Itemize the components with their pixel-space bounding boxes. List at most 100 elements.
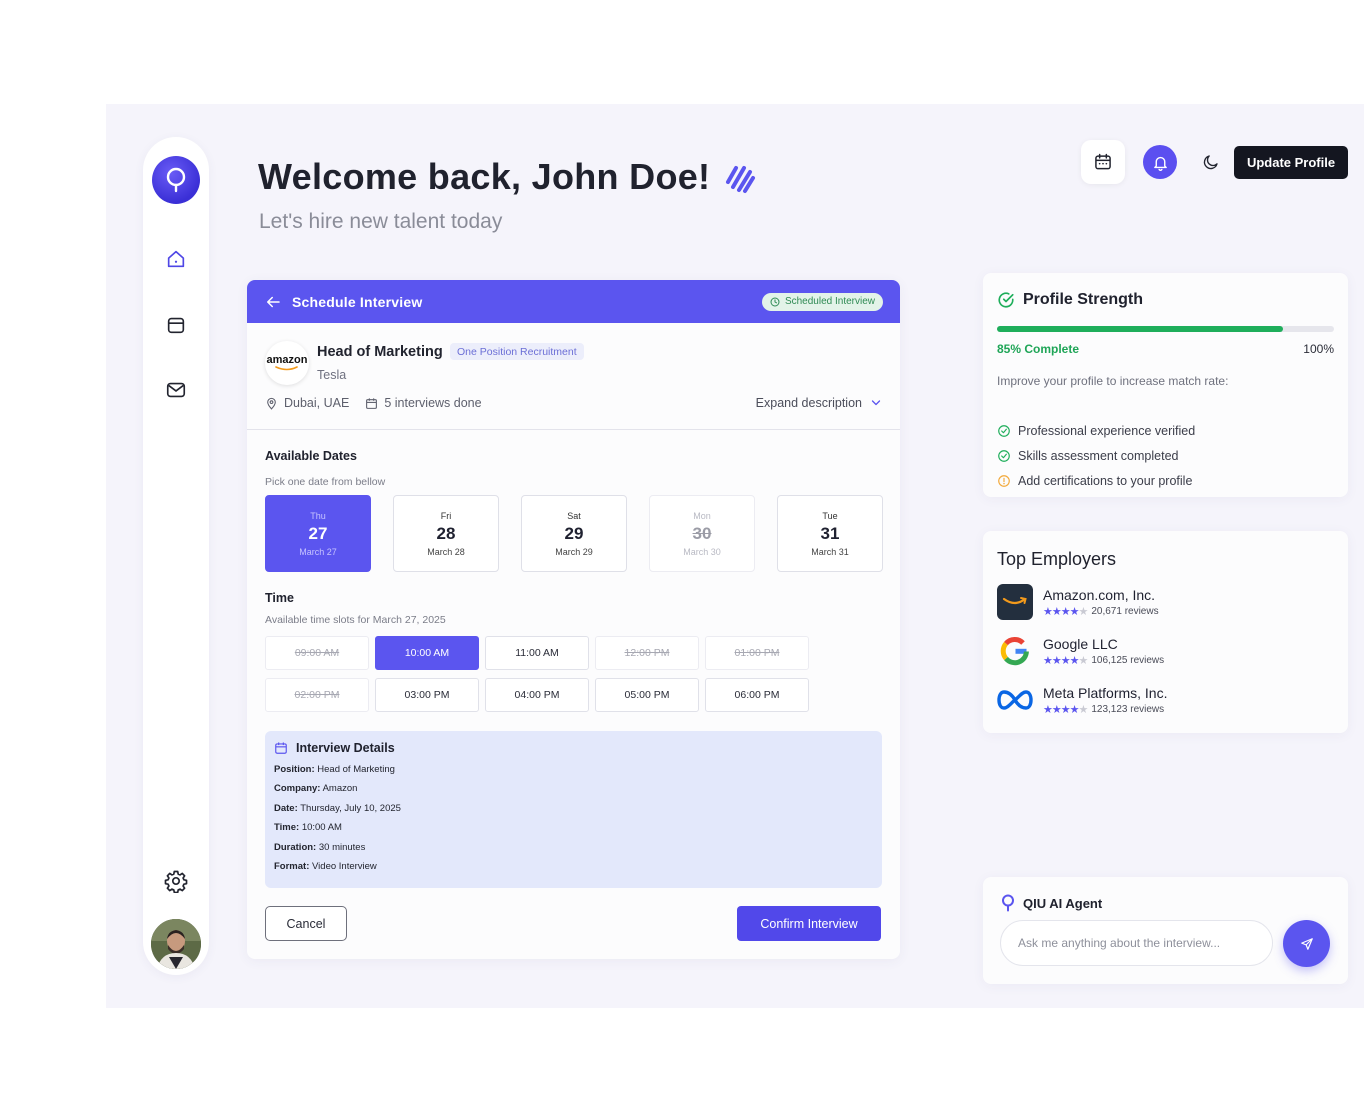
schedule-title: Schedule Interview: [292, 293, 423, 310]
time-slot[interactable]: 05:00 PM: [595, 678, 699, 712]
employer-item[interactable]: Google LLC ★★★★★ 106,125 reviews: [997, 633, 1164, 669]
page-subtitle: Let's hire new talent today: [259, 210, 503, 233]
date-option[interactable]: Fri 28 March 28: [393, 495, 499, 572]
clock-icon: [770, 296, 780, 307]
date-option[interactable]: Tue 31 March 31: [777, 495, 883, 572]
calendar-icon: [167, 317, 185, 334]
agent-input[interactable]: Ask me anything about the interview...: [1000, 920, 1273, 966]
progress-max: 100%: [1303, 342, 1334, 356]
calendar-icon: [1095, 153, 1111, 170]
employer-name: Amazon.com, Inc.: [1043, 586, 1156, 603]
detail-value: 30 minutes: [318, 841, 366, 853]
check-circle-icon: [998, 424, 1010, 437]
checklist-text: Add certifications to your profile: [1018, 473, 1193, 488]
time-title: Time: [265, 591, 294, 605]
employer-reviews: 123,123 reviews: [1091, 703, 1165, 715]
star-rating-icon: ★★★★★: [1043, 654, 1088, 667]
job-tag: One Position Recruitment: [450, 343, 584, 360]
time-slot[interactable]: 11:00 AM: [485, 636, 589, 670]
send-icon: [1300, 937, 1313, 950]
sidebar-item-calendar[interactable]: [164, 313, 188, 337]
confirm-interview-button[interactable]: Confirm Interview: [737, 906, 881, 941]
page-title: Welcome back, John Doe!: [258, 156, 756, 198]
sidebar-item-home[interactable]: [164, 247, 188, 271]
avatar[interactable]: [151, 919, 201, 969]
theme-toggle-button[interactable]: [1189, 140, 1233, 184]
top-employers-title: Top Employers: [997, 549, 1117, 569]
bell-icon: [1153, 156, 1167, 171]
date-label: March 27: [299, 546, 337, 557]
detail-value: Amazon: [322, 783, 358, 794]
expand-label: Expand description: [755, 396, 862, 410]
interview-details: Interview Details Position: Head of Mark…: [265, 731, 882, 888]
update-profile-button[interactable]: Update Profile: [1234, 146, 1348, 179]
date-dow: Fri: [440, 510, 452, 521]
detail-key: Duration:: [274, 841, 317, 853]
job-location: Dubai, UAE: [284, 396, 350, 410]
date-dow: Thu: [310, 510, 326, 521]
checklist-item: Skills assessment completed: [997, 443, 1195, 468]
job-interviews: 5 interviews done: [384, 396, 482, 410]
profile-checklist: Professional experience verified Skills …: [997, 418, 1195, 493]
status-badge: Scheduled Interview: [761, 292, 883, 311]
home-icon: [167, 250, 185, 268]
time-slot[interactable]: 10:00 AM: [375, 636, 479, 670]
ai-agent-header: QIU AI Agent: [1001, 894, 1102, 912]
date-option[interactable]: Thu 27 March 27: [265, 495, 371, 572]
employer-item[interactable]: Meta Platforms, Inc. ★★★★★ 123,123 revie…: [997, 682, 1167, 718]
avatar-image: [151, 919, 201, 969]
date-num: 29: [564, 523, 584, 543]
google-g-icon: [1000, 637, 1029, 666]
top-employers-card: Top Employers Amazon.com, Inc. ★★★★★ 20,…: [983, 531, 1348, 733]
detail-key: Format:: [274, 861, 310, 872]
date-label: March 31: [811, 546, 849, 557]
chevron-down-icon: [871, 400, 881, 406]
calendar-icon: [275, 742, 287, 754]
date-num: 31: [820, 523, 840, 543]
date-option[interactable]: Sat 29 March 29: [521, 495, 627, 572]
time-slot: 01:00 PM: [705, 636, 809, 670]
calendar-button[interactable]: [1081, 140, 1125, 184]
meta-logo-icon: [997, 682, 1033, 718]
employer-info: Amazon.com, Inc. ★★★★★ 20,671 reviews: [1043, 587, 1159, 618]
employer-name: Google LLC: [1043, 635, 1118, 652]
job-company: Tesla: [317, 368, 347, 382]
dates-subtitle: Pick one date from bellow: [265, 476, 386, 488]
notifications-button[interactable]: [1143, 145, 1177, 179]
time-slot: 09:00 AM: [265, 636, 369, 670]
date-dow: Mon: [693, 510, 711, 521]
time-slot[interactable]: 04:00 PM: [485, 678, 589, 712]
amazon-smile-icon: [275, 366, 298, 371]
company-logo-text: amazon: [266, 354, 308, 366]
schedule-header: Schedule Interview Scheduled Interview: [247, 280, 900, 323]
cancel-button[interactable]: Cancel: [265, 906, 347, 941]
status-badge-label: Scheduled Interview: [784, 296, 875, 307]
date-label: March 28: [427, 546, 465, 557]
checklist-item[interactable]: Add certifications to your profile: [997, 468, 1195, 493]
sidebar-item-mail[interactable]: [164, 378, 188, 402]
logo-pin-icon: [166, 167, 186, 193]
time-slot: 12:00 PM: [595, 636, 699, 670]
time-slot[interactable]: 06:00 PM: [705, 678, 809, 712]
time-slot[interactable]: 03:00 PM: [375, 678, 479, 712]
calendar-small-icon: [366, 397, 378, 409]
detail-key: Company:: [274, 783, 321, 794]
sidebar-item-settings[interactable]: [164, 869, 188, 893]
arrow-left-icon[interactable]: [264, 293, 282, 311]
progress-fill: [997, 326, 1284, 332]
location-pin-icon: [267, 397, 276, 410]
employer-reviews: 106,125 reviews: [1091, 654, 1165, 666]
improve-text: Improve your profile to increase match r…: [997, 374, 1229, 388]
star-rating-icon: ★★★★★: [1043, 605, 1088, 618]
date-picker: Thu 27 March 27 Fri 28 March 28 Sat 29 M…: [265, 495, 883, 572]
employer-item[interactable]: Amazon.com, Inc. ★★★★★ 20,671 reviews: [997, 584, 1159, 620]
date-dow: Tue: [822, 510, 838, 521]
expand-description-button[interactable]: Expand description: [756, 396, 882, 410]
send-button[interactable]: [1283, 920, 1330, 967]
app-logo[interactable]: [152, 156, 200, 204]
mail-icon: [166, 382, 186, 398]
detail-row: Date: Thursday, July 10, 2025: [274, 803, 873, 814]
amazon-logo-icon: [997, 584, 1033, 620]
date-num: 30: [692, 523, 712, 543]
date-option: Mon 30 March 30: [649, 495, 755, 572]
